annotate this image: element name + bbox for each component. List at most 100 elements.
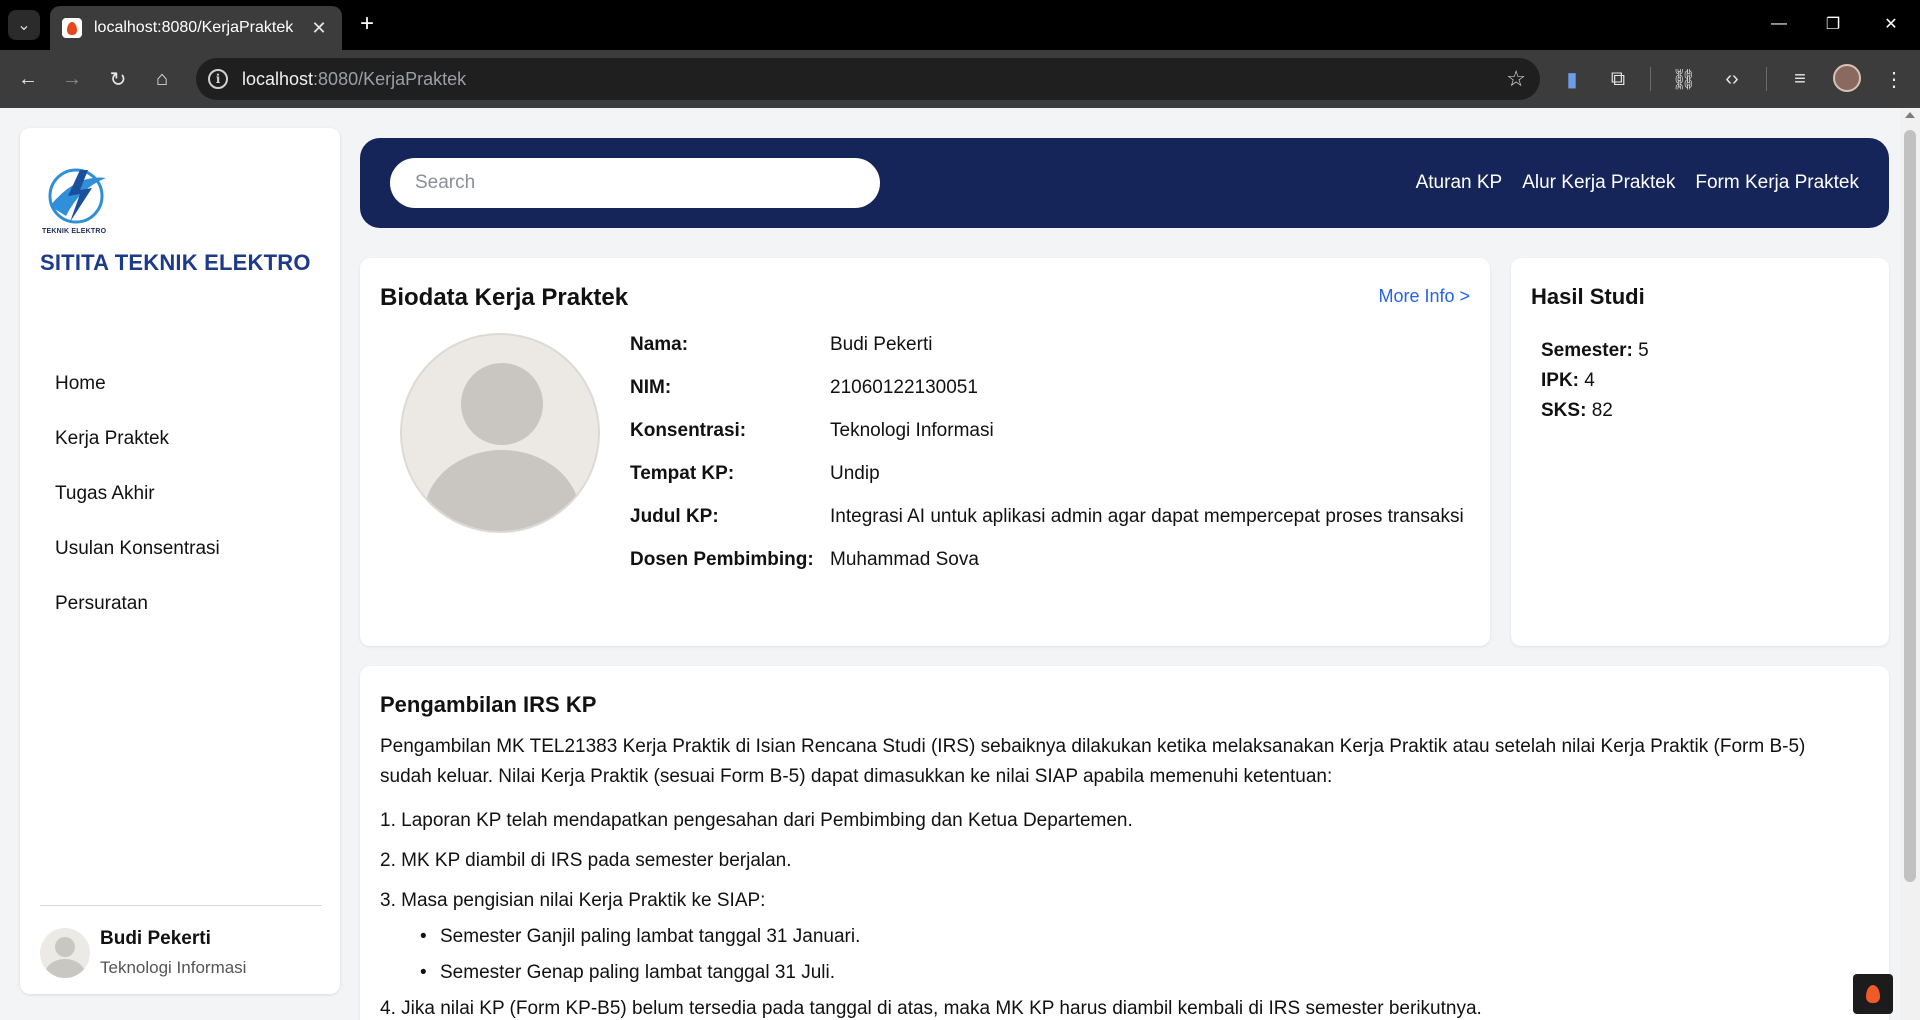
close-window-icon[interactable]: ✕	[1868, 8, 1914, 40]
biodata-card: Biodata Kerja Praktek More Info > Nama: …	[360, 258, 1490, 646]
browser-tab[interactable]: localhost:8080/KerjaPraktek ✕	[50, 6, 342, 50]
biodata-row: NIM: 21060122130051	[630, 373, 1470, 403]
hasil-label: IPK:	[1541, 370, 1579, 391]
more-menu-icon[interactable]: ⋮	[1878, 63, 1910, 95]
nav-link-alur-kerja-praktek[interactable]: Alur Kerja Praktek	[1522, 172, 1675, 194]
browser-tabbar: ⌄ localhost:8080/KerjaPraktek ✕ + — ❐ ✕	[0, 0, 1920, 50]
biodata-row: Dosen Pembimbing: Muhammad Sova	[630, 545, 1470, 575]
url-path: :8080/KerjaPraktek	[313, 68, 467, 89]
sidebar-item-home[interactable]: Home	[20, 356, 340, 411]
page-scrollbar[interactable]	[1900, 108, 1920, 1020]
hasil-studi-title: Hasil Studi	[1531, 284, 1645, 309]
sidebar-item-tugas-akhir[interactable]: Tugas Akhir	[20, 466, 340, 521]
irs-list: 1. Laporan KP telah mendapatkan pengesah…	[380, 806, 1860, 1020]
profile-photo	[400, 333, 600, 533]
scroll-thumb[interactable]	[1904, 130, 1916, 882]
document-icon[interactable]: ▮	[1556, 63, 1588, 95]
page-content: TEKNIK ELEKTRO SITITA TEKNIK ELEKTRO Hom…	[0, 108, 1920, 1020]
hasil-value: 5	[1638, 340, 1649, 361]
irs-card: Pengambilan IRS KP Pengambilan MK TEL213…	[360, 666, 1889, 1020]
biodata-label: Dosen Pembimbing:	[630, 549, 814, 570]
irs-sublist: • Semester Ganjil paling lambat tanggal 3…	[380, 922, 1860, 988]
irs-paragraph: Pengambilan MK TEL21383 Kerja Praktik di…	[380, 736, 1806, 787]
biodata-label: Tempat KP:	[630, 463, 735, 484]
biodata-row: Nama: Budi Pekerti	[630, 330, 1470, 360]
hasil-value: 4	[1584, 370, 1595, 391]
biodata-row: Konsentrasi: Teknologi Informasi	[630, 416, 1470, 446]
bookmark-star-icon[interactable]: ☆	[1506, 66, 1526, 92]
irs-sublist-item: • Semester Genap paling lambat tanggal 31…	[420, 958, 1860, 988]
hasil-label: Semester:	[1541, 340, 1633, 361]
logo-caption: TEKNIK ELEKTRO	[42, 228, 107, 235]
biodata-value: 21060122130051	[830, 377, 978, 398]
reload-icon[interactable]: ↻	[102, 63, 134, 95]
nav-link-aturan-kp[interactable]: Aturan KP	[1416, 172, 1503, 194]
bullet-icon: •	[420, 926, 427, 947]
hasil-item-ipk: IPK: 4	[1541, 366, 1649, 396]
biodata-value: Undip	[830, 463, 880, 484]
search-input[interactable]	[390, 158, 880, 208]
irs-title: Pengambilan IRS KP	[380, 692, 597, 717]
hasil-studi-card: Hasil Studi Semester: 5 IPK: 4 SKS: 82	[1511, 258, 1889, 646]
irs-list-item: 2. MK KP diambil di IRS pada semester be…	[380, 850, 792, 871]
biodata-title: Biodata Kerja Praktek	[380, 284, 629, 311]
profile-avatar[interactable]	[1833, 64, 1861, 92]
flame-badge-icon[interactable]	[1853, 974, 1893, 1014]
top-nav-links: Aturan KP Alur Kerja Praktek Form Kerja …	[1416, 138, 1859, 228]
site-info-icon[interactable]: i	[208, 69, 228, 89]
flame-favicon-icon	[62, 18, 82, 38]
toolbar-separator	[1650, 67, 1651, 91]
close-tab-icon[interactable]: ✕	[308, 18, 330, 39]
more-info-link[interactable]: More Info >	[1378, 286, 1470, 307]
sidebar-item-usulan-konsentrasi[interactable]: Usulan Konsentrasi	[20, 521, 340, 576]
extensions-icon[interactable]: ⧉	[1602, 63, 1634, 95]
user-name: Budi Pekerti	[100, 928, 211, 949]
nav-link-form-kerja-praktek[interactable]: Form Kerja Praktek	[1695, 172, 1859, 194]
irs-sublist-item: • Semester Ganjil paling lambat tanggal 3…	[420, 922, 1860, 952]
chevron-down-icon: ⌄	[17, 17, 31, 34]
irs-list-item: 4. Jika nilai KP (Form KP-B5) belum ters…	[380, 998, 1482, 1019]
new-tab-button[interactable]: +	[352, 10, 382, 40]
user-avatar[interactable]	[40, 928, 90, 978]
teknik-elektro-logo	[48, 168, 106, 224]
home-icon[interactable]: ⌂	[146, 63, 178, 95]
hasil-item-semester: Semester: 5	[1541, 336, 1649, 366]
sidebar-item-persuratan[interactable]: Persuratan	[20, 576, 340, 631]
irs-list-item: 3. Masa pengisian nilai Kerja Praktik ke…	[380, 890, 766, 911]
sidebar-item-kerja-praktek[interactable]: Kerja Praktek	[20, 411, 340, 466]
restore-icon[interactable]: ❐	[1810, 8, 1856, 40]
media-controls-icon[interactable]: ≡	[1784, 63, 1816, 95]
forward-icon[interactable]: →	[56, 63, 88, 95]
top-navbar: Aturan KP Alur Kerja Praktek Form Kerja …	[360, 138, 1889, 228]
toolbar-separator	[1766, 67, 1767, 91]
sidebar-divider	[40, 905, 322, 906]
biodata-table: Nama: Budi Pekerti NIM: 21060122130051 K…	[630, 330, 1470, 588]
url-host: localhost	[242, 68, 314, 89]
biodata-label: Nama:	[630, 334, 689, 355]
browser-toolbar: ← → ↻ ⌂ i localhost:8080/KerjaPraktek ☆ …	[0, 50, 1920, 108]
back-icon[interactable]: ←	[12, 63, 44, 95]
biodata-value: Muhammad Sova	[830, 549, 979, 570]
biodata-row: Judul KP: Integrasi AI untuk aplikasi ad…	[630, 502, 1470, 532]
irs-sublist-text: Semester Ganjil paling lambat tanggal 31…	[440, 926, 861, 947]
biodata-value: Integrasi AI untuk aplikasi admin agar d…	[830, 506, 1464, 527]
biodata-value: Budi Pekerti	[830, 334, 933, 355]
sidebar: TEKNIK ELEKTRO SITITA TEKNIK ELEKTRO Hom…	[20, 128, 340, 994]
biodata-label: Konsentrasi:	[630, 420, 747, 441]
code-icon[interactable]: ‹›	[1716, 63, 1748, 95]
user-concentration: Teknologi Informasi	[100, 958, 247, 977]
tab-search-button[interactable]: ⌄	[8, 10, 40, 40]
scroll-up-arrow-icon[interactable]	[1905, 112, 1915, 118]
brand-title: SITITA TEKNIK ELEKTRO	[40, 250, 311, 275]
link-icon[interactable]: ⛓	[1668, 63, 1700, 95]
bullet-icon: •	[420, 962, 427, 983]
minimize-icon[interactable]: —	[1756, 8, 1802, 40]
irs-list-item: 1. Laporan KP telah mendapatkan pengesah…	[380, 810, 1133, 831]
irs-sublist-text: Semester Genap paling lambat tanggal 31 …	[440, 962, 836, 983]
tab-title: localhost:8080/KerjaPraktek	[94, 19, 294, 36]
biodata-value: Teknologi Informasi	[830, 420, 994, 441]
hasil-item-sks: SKS: 82	[1541, 396, 1649, 426]
address-bar[interactable]: i localhost:8080/KerjaPraktek ☆	[196, 58, 1540, 100]
biodata-label: NIM:	[630, 377, 672, 398]
biodata-label: Judul KP:	[630, 506, 719, 527]
